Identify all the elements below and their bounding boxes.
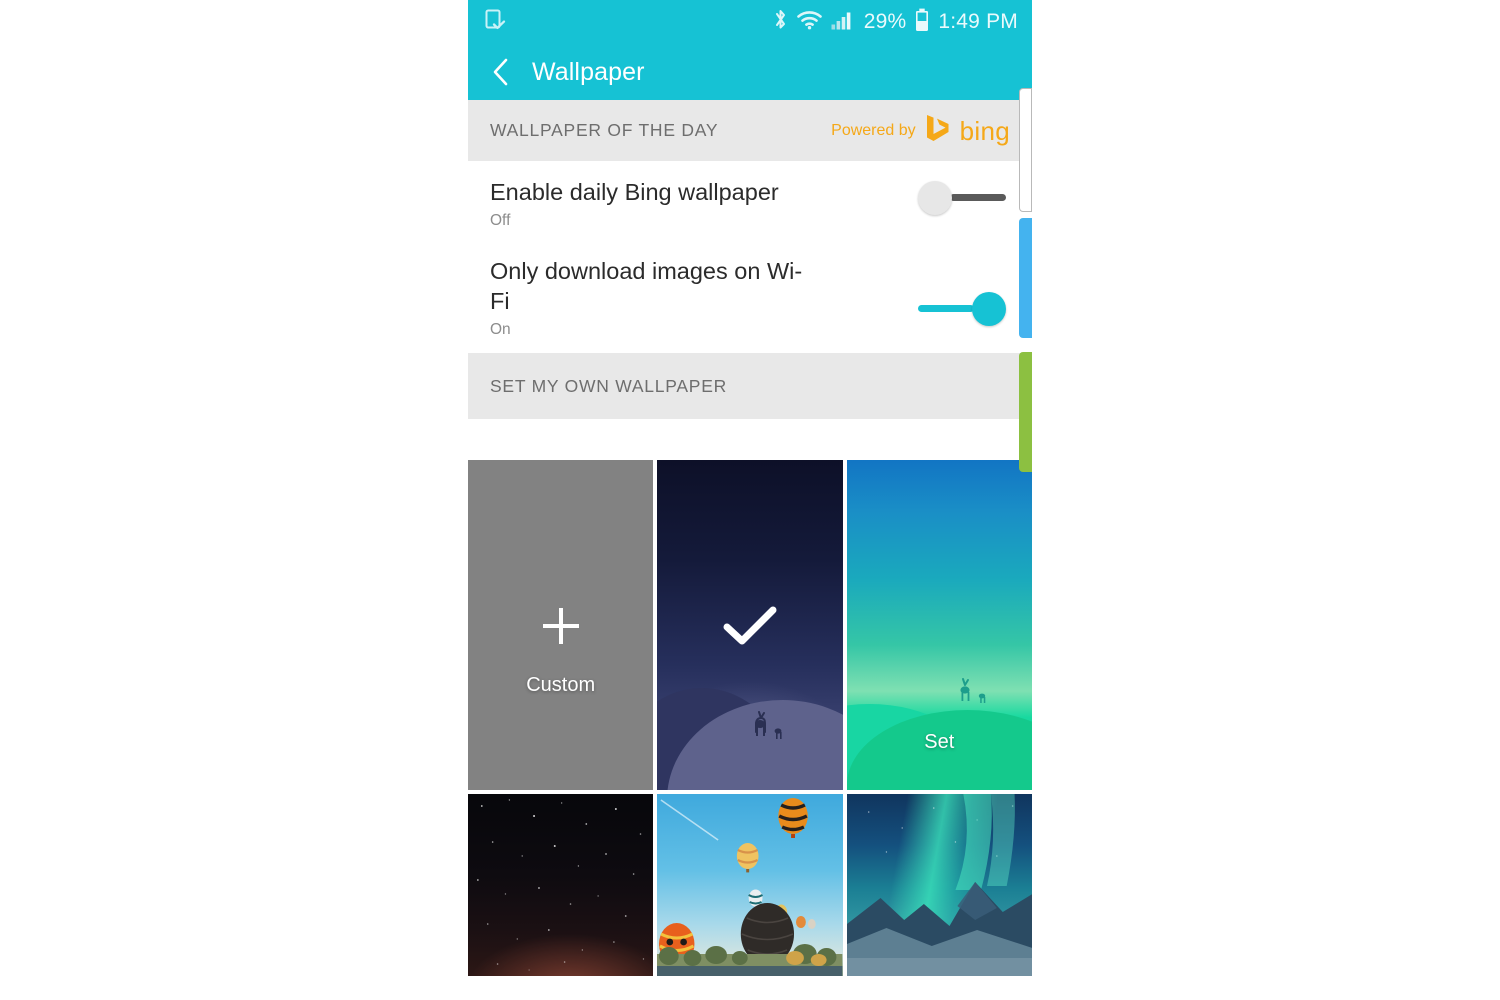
grid-spacer [468,419,1032,460]
edge-panel-green[interactable] [1019,352,1032,472]
status-bar-right: 29% 1:49 PM [773,8,1018,37]
check-icon [722,605,778,647]
signal-icon [831,10,855,35]
plus-icon [542,608,579,644]
setting-title: Enable daily Bing wallpaper [490,179,779,205]
deer-silhouette-icon [952,676,994,706]
edge-panel-blue[interactable] [1019,218,1032,338]
setting-value: On [490,321,511,338]
wallpaper-tile-starry-sky[interactable] [468,794,654,976]
toggle-track [950,194,1006,201]
section-label: SET MY OWN WALLPAPER [490,375,728,396]
wallpaper-tile-custom[interactable]: Custom [468,460,654,790]
clock-label: 1:49 PM [938,10,1018,33]
back-chevron-icon[interactable] [486,57,516,87]
toggle-track [918,305,974,312]
bluetooth-icon [773,8,788,36]
wifi-icon [796,10,822,35]
status-bar-left [484,8,506,37]
section-header-wallpaper-of-the-day: WALLPAPER OF THE DAY Powered by bing [468,100,1032,161]
setting-row-only-download-on-wifi[interactable]: Only download images on Wi-Fi On [468,244,1032,353]
phone-screen: 29% 1:49 PM Wallpaper WALLPAPER OF THE D… [468,0,1032,1000]
toggle-knob [972,292,1006,326]
section-label: WALLPAPER OF THE DAY [490,120,719,140]
toggle-only-download-on-wifi[interactable] [918,288,1006,328]
screen-root: 29% 1:49 PM Wallpaper WALLPAPER OF THE D… [0,0,1500,1000]
toggle-enable-daily-bing-wallpaper[interactable] [918,177,1006,217]
battery-icon [915,8,929,37]
bing-wordmark: bing [959,115,1010,146]
powered-by-label: Powered by [831,121,916,139]
aurora-scene [846,794,1032,976]
title-bar: Wallpaper [468,44,1032,100]
stars-overlay [476,799,645,971]
page-title: Wallpaper [532,57,645,86]
setting-text: Only download images on Wi-Fi On [490,256,810,339]
wallpaper-grid: Custom Set [468,460,1032,976]
balloons-scene [657,798,843,976]
wallpaper-tile-label: Custom [526,674,596,696]
status-bar: 29% 1:49 PM [468,0,1032,44]
setting-text: Enable daily Bing wallpaper Off [490,177,779,230]
toggle-knob [918,181,952,215]
bing-attribution: Powered by bing [831,113,1010,148]
wallpaper-tile-green-hills-deer[interactable]: Set [846,460,1032,790]
edge-panel-window-card[interactable] [1019,88,1032,212]
set-wallpaper-label[interactable]: Set [847,731,1032,754]
wallpaper-tile-night-deer[interactable] [657,460,843,790]
setting-row-enable-daily-bing-wallpaper[interactable]: Enable daily Bing wallpaper Off [468,161,1032,244]
device-check-icon [484,8,506,37]
setting-title: Only download images on Wi-Fi [490,258,803,314]
section-header-set-my-own-wallpaper: SET MY OWN WALLPAPER [468,353,1032,419]
wallpaper-tile-hot-air-balloons[interactable] [657,794,843,976]
setting-value: Off [490,212,511,229]
wallpaper-tile-aurora-mountains[interactable] [846,794,1032,976]
deer-silhouette-icon [747,708,791,742]
bing-logo-icon [924,113,952,148]
battery-percent-label: 29% [863,10,907,33]
